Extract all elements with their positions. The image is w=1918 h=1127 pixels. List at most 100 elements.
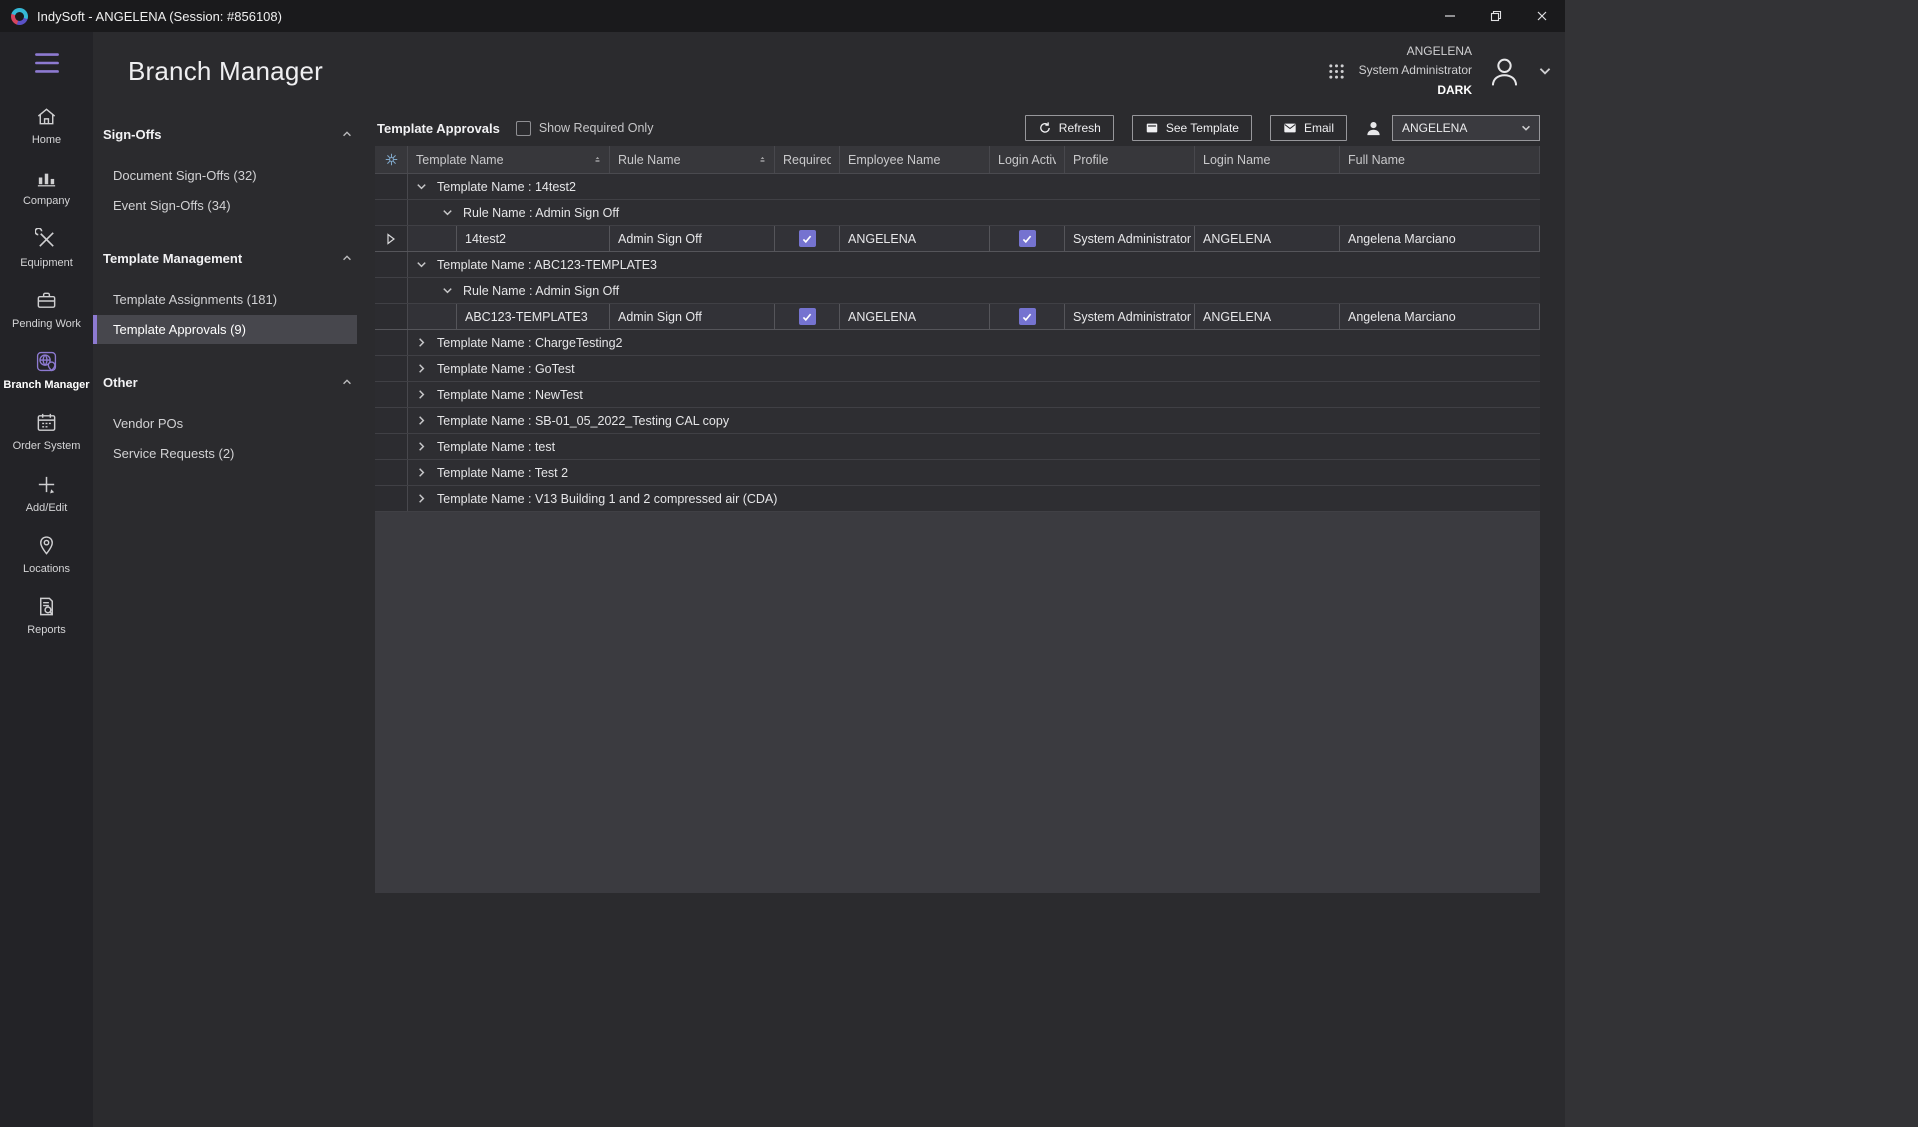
cell-rule-name-text: Admin Sign Off [618, 310, 702, 324]
user-role: System Administrator [1359, 61, 1472, 80]
group-row[interactable]: Rule Name : Admin Sign Off [375, 278, 1540, 304]
hamburger-icon [34, 52, 60, 74]
menu-button[interactable] [32, 48, 62, 78]
group-row[interactable]: Template Name : NewTest [375, 382, 1540, 408]
cell-rule-name: Admin Sign Off [610, 226, 775, 251]
column-header-template-name[interactable]: Template Name [408, 146, 610, 173]
group-row[interactable]: Template Name : Test 2 [375, 460, 1540, 486]
refresh-button[interactable]: Refresh [1025, 115, 1114, 141]
chevron-down-icon[interactable] [1537, 63, 1553, 79]
nav-sections: Sign-Offs Document Sign-Offs (32)Event Si… [93, 120, 375, 468]
see-template-button[interactable]: See Template [1132, 115, 1252, 141]
data-grid: Template NameRule NameRequiredEmployee N… [375, 146, 1540, 893]
apps-grid-icon[interactable] [1328, 63, 1345, 80]
sidebar-item-reports[interactable]: Reports [0, 586, 93, 647]
chevron-right-icon [415, 466, 428, 479]
nav-item-vendor-pos[interactable]: Vendor POs [93, 409, 357, 438]
content-header: Branch Manager ANGELENA System Administr… [93, 32, 1565, 110]
see-template-label: See Template [1166, 121, 1239, 135]
sidebar-item-branch-manager[interactable]: Branch Manager [0, 341, 93, 402]
group-row[interactable]: Template Name : test [375, 434, 1540, 460]
column-header-employee-name[interactable]: Employee Name [840, 146, 990, 173]
group-row[interactable]: Template Name : SB-01_05_2022_Testing CA… [375, 408, 1540, 434]
row-gutter [375, 408, 408, 433]
avatar-icon[interactable] [1486, 53, 1523, 90]
show-required-only-checkbox[interactable] [516, 121, 531, 136]
column-header-profile[interactable]: Profile [1065, 146, 1195, 173]
restore-button[interactable] [1473, 0, 1519, 32]
nav-section-header-template-management[interactable]: Template Management [93, 244, 375, 272]
row-gutter [375, 356, 408, 381]
nav-item-template-assignments-181[interactable]: Template Assignments (181) [93, 285, 357, 314]
chevron-up-icon [341, 252, 353, 264]
chevron-right-icon [415, 336, 428, 349]
group-row[interactable]: Rule Name : Admin Sign Off [375, 200, 1540, 226]
row-gutter [375, 382, 408, 407]
column-header-label: Profile [1073, 153, 1108, 167]
sidebar-item-pending-work[interactable]: Pending Work [0, 280, 93, 341]
required-checkbox[interactable] [799, 308, 816, 325]
grid-options-cell[interactable] [375, 146, 408, 173]
sidebar-item-equipment[interactable]: Equipment [0, 219, 93, 280]
group-row[interactable]: Template Name : ChargeTesting2 [375, 330, 1540, 356]
column-header-rule-name[interactable]: Rule Name [610, 146, 775, 173]
nav-section-header-other[interactable]: Other [93, 368, 375, 396]
column-header-full-name[interactable]: Full Name [1340, 146, 1540, 173]
cell-profile: System Administrator [1065, 304, 1195, 329]
nav-section-template-management: Template Management Template Assignments … [93, 244, 375, 344]
template-icon [1145, 121, 1159, 135]
sidebar-item-locations[interactable]: Locations [0, 525, 93, 586]
sidebar-item-home[interactable]: Home [0, 96, 93, 157]
show-required-only-label: Show Required Only [539, 121, 654, 135]
column-header-required[interactable]: Required [775, 146, 840, 173]
company-icon [35, 166, 58, 189]
email-label: Email [1304, 121, 1334, 135]
minimize-button[interactable] [1427, 0, 1473, 32]
data-row[interactable]: ABC123-TEMPLATE3Admin Sign OffANGELENASy… [375, 304, 1540, 330]
login-active-checkbox[interactable] [1019, 230, 1036, 247]
nav-item-document-sign-offs-32[interactable]: Document Sign-Offs (32) [93, 161, 357, 190]
group-row[interactable]: Template Name : GoTest [375, 356, 1540, 382]
home-icon [35, 105, 58, 128]
row-gutter [375, 226, 408, 251]
required-checkbox[interactable] [799, 230, 816, 247]
focus-arrow-icon [386, 233, 396, 245]
sidebar-item-company[interactable]: Company [0, 157, 93, 218]
data-row[interactable]: 14test2Admin Sign OffANGELENASystem Admi… [375, 226, 1540, 252]
sidebar-items: HomeCompanyEquipmentPending WorkBranch M… [0, 96, 93, 648]
nav-section-other: Other Vendor POsService Requests (2) [93, 368, 375, 468]
group-row-label: Rule Name : Admin Sign Off [463, 206, 619, 220]
close-button[interactable] [1519, 0, 1565, 32]
column-header-login-active[interactable]: Login Active [990, 146, 1065, 173]
group-row[interactable]: Template Name : ABC123-TEMPLATE3 [375, 252, 1540, 278]
refresh-label: Refresh [1059, 121, 1101, 135]
nav-item-label: Template Approvals (9) [113, 322, 246, 337]
locations-icon [35, 534, 58, 557]
nav-item-event-sign-offs-34[interactable]: Event Sign-Offs (34) [93, 191, 357, 220]
cell-required [775, 304, 840, 329]
chevron-right-icon [415, 362, 428, 375]
chevron-right-icon [415, 414, 428, 427]
nav-section-title: Sign-Offs [103, 127, 162, 142]
group-row[interactable]: Template Name : 14test2 [375, 174, 1540, 200]
group-row[interactable]: Template Name : V13 Building 1 and 2 com… [375, 486, 1540, 512]
user-filter-dropdown[interactable]: ANGELENA [1392, 115, 1540, 141]
window-title: IndySoft - ANGELENA (Session: #856108) [37, 9, 282, 24]
page-title: Branch Manager [128, 56, 323, 87]
email-button[interactable]: Email [1270, 115, 1347, 141]
nav-item-service-requests-2[interactable]: Service Requests (2) [93, 439, 357, 468]
sidebar-item-add-edit[interactable]: Add/Edit [0, 464, 93, 525]
sidebar-item-order-system[interactable]: Order System [0, 402, 93, 463]
nav-section-header-sign-offs[interactable]: Sign-Offs [93, 120, 375, 148]
login-active-checkbox[interactable] [1019, 308, 1036, 325]
group-row-label: Template Name : 14test2 [437, 180, 576, 194]
toolbar-buttons: Refresh See Template Email [1025, 115, 1540, 141]
row-gutter [375, 252, 408, 277]
chevron-down-icon [415, 180, 428, 193]
window-controls [1427, 0, 1565, 32]
column-header-login-name[interactable]: Login Name [1195, 146, 1340, 173]
show-required-only[interactable]: Show Required Only [516, 121, 654, 136]
group-row-label: Template Name : ABC123-TEMPLATE3 [437, 258, 657, 272]
column-header-label: Login Name [1203, 153, 1270, 167]
nav-item-template-approvals-9[interactable]: Template Approvals (9) [93, 315, 357, 344]
